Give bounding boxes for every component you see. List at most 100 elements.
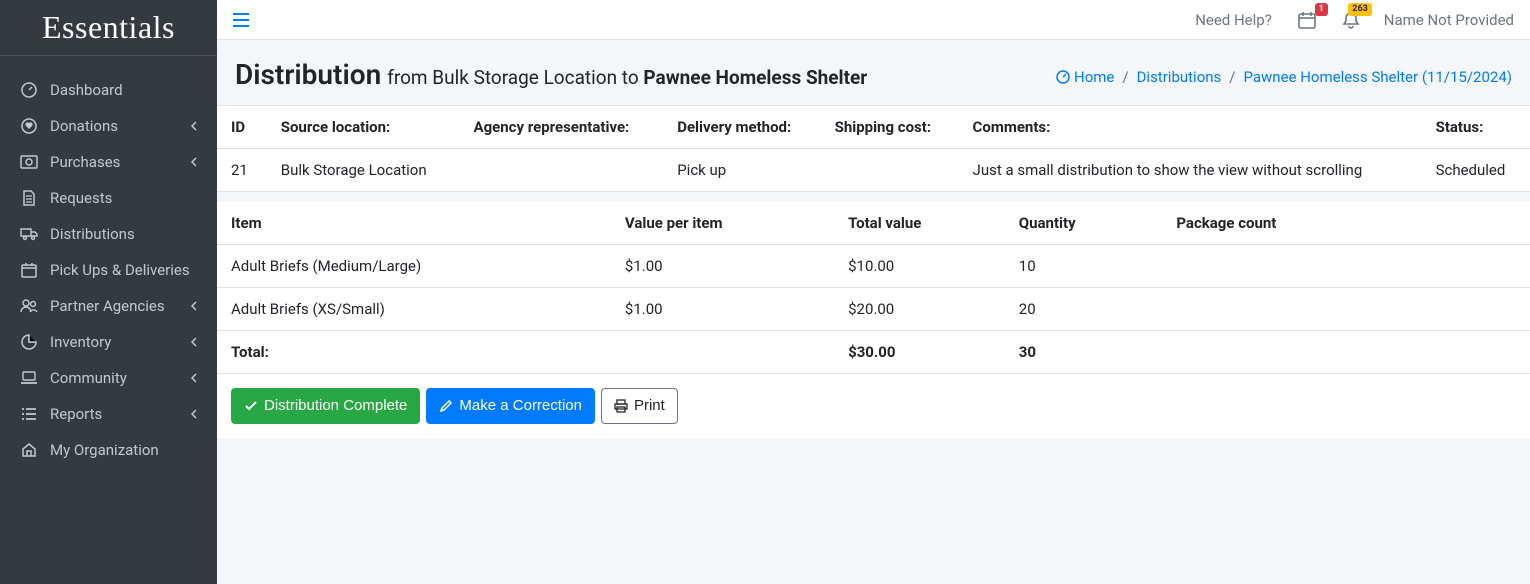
cell-item: Adult Briefs (Medium/Large) xyxy=(217,245,611,288)
cell-id: 21 xyxy=(217,149,267,192)
sidebar-item-dashboard[interactable]: Dashboard xyxy=(8,72,209,108)
page-subtitle: from Bulk Storage Location to Pawnee Hom… xyxy=(387,66,867,89)
info-table: ID Source location: Agency representativ… xyxy=(217,106,1530,192)
col-agency: Agency representative: xyxy=(459,106,663,149)
sidebar-item-label: Donations xyxy=(50,117,189,135)
sidebar-item-label: Inventory xyxy=(50,333,189,351)
cell-item: Adult Briefs (XS/Small) xyxy=(217,288,611,331)
distribution-complete-label: Distribution Complete xyxy=(264,397,407,415)
brand-text: Essentials xyxy=(42,9,175,46)
items-table: Item Value per item Total value Quantity… xyxy=(217,202,1530,373)
sidebar-item-partner-agencies[interactable]: Partner Agencies xyxy=(8,288,209,324)
sidebar-item-purchases[interactable]: Purchases xyxy=(8,144,209,180)
sidebar-item-distributions[interactable]: Distributions xyxy=(8,216,209,252)
cell-quantity: 10 xyxy=(1005,245,1163,288)
sidebar-item-label: Purchases xyxy=(50,153,189,171)
sidebar-item-requests[interactable]: Requests xyxy=(8,180,209,216)
cell-comments: Just a small distribution to show the vi… xyxy=(959,149,1422,192)
col-total-value: Total value xyxy=(834,202,1005,245)
dashboard-icon xyxy=(18,81,40,99)
total-quantity: 30 xyxy=(1005,331,1163,374)
page-title: Distribution xyxy=(235,58,381,91)
items-card: Item Value per item Total value Quantity… xyxy=(217,202,1530,438)
total-label: Total: xyxy=(217,331,611,374)
actions-bar: Distribution Complete Make a Correction … xyxy=(217,373,1530,438)
check-icon xyxy=(244,399,258,413)
cell-total_value: $10.00 xyxy=(834,245,1005,288)
user-menu[interactable]: Name Not Provided xyxy=(1384,11,1514,29)
sidebar-item-community[interactable]: Community xyxy=(8,360,209,396)
subtitle-strong: Pawnee Homeless Shelter xyxy=(643,66,867,89)
sidebar-item-inventory[interactable]: Inventory xyxy=(8,324,209,360)
sidebar-item-label: Partner Agencies xyxy=(50,297,189,315)
list-icon xyxy=(18,405,40,423)
info-card: ID Source location: Agency representativ… xyxy=(217,106,1530,192)
chevron-left-icon xyxy=(189,373,199,383)
calendar-icon xyxy=(1298,11,1316,29)
sidebar-item-label: Community xyxy=(50,369,189,387)
cell-quantity: 20 xyxy=(1005,288,1163,331)
calendar-button[interactable]: 1 xyxy=(1296,9,1318,31)
cell-vpi: $1.00 xyxy=(611,245,834,288)
main: Need Help? 1 263 Name Not Provided Distr… xyxy=(217,0,1530,584)
brand-logo[interactable]: Essentials xyxy=(0,0,217,56)
cell-vpi: $1.00 xyxy=(611,288,834,331)
sidebar-item-label: Requests xyxy=(50,189,199,207)
money-icon xyxy=(18,153,40,171)
heart-icon xyxy=(18,117,40,135)
calendar-icon xyxy=(18,261,40,279)
breadcrumb: Home / Distributions / Pawnee Homeless S… xyxy=(1056,68,1512,86)
sidebar-nav: Dashboard Donations Purchases Requests Distr… xyxy=(0,64,217,476)
col-status: Status: xyxy=(1422,106,1530,149)
chevron-left-icon xyxy=(189,337,199,347)
col-package: Package count xyxy=(1162,202,1530,245)
subtitle-prefix: from Bulk Storage Location to xyxy=(387,66,643,89)
sidebar-item-donations[interactable]: Donations xyxy=(8,108,209,144)
cell-source: Bulk Storage Location xyxy=(267,149,460,192)
chevron-left-icon xyxy=(189,409,199,419)
notifications-button[interactable]: 263 xyxy=(1340,9,1362,31)
need-help-link[interactable]: Need Help? xyxy=(1195,11,1272,29)
breadcrumb-leaf[interactable]: Pawnee Homeless Shelter (11/15/2024) xyxy=(1243,68,1512,86)
cell-package xyxy=(1162,245,1530,288)
chevron-left-icon xyxy=(189,157,199,167)
cell-agency xyxy=(459,149,663,192)
col-comments: Comments: xyxy=(959,106,1422,149)
content-header: Distribution from Bulk Storage Location … xyxy=(217,40,1530,106)
cell-package xyxy=(1162,288,1530,331)
chevron-left-icon xyxy=(189,121,199,131)
file-icon xyxy=(18,189,40,207)
table-row: Adult Briefs (XS/Small)$1.00$20.0020 xyxy=(217,288,1530,331)
col-delivery: Delivery method: xyxy=(663,106,820,149)
breadcrumb-sep: / xyxy=(1122,68,1128,86)
make-correction-button[interactable]: Make a Correction xyxy=(426,388,595,424)
breadcrumb-sep: / xyxy=(1229,68,1235,86)
col-id: ID xyxy=(217,106,267,149)
dashboard-icon xyxy=(1056,70,1070,84)
total-value: $30.00 xyxy=(834,331,1005,374)
sidebar-item-label: Distributions xyxy=(50,225,199,243)
sidebar-item-reports[interactable]: Reports xyxy=(8,396,209,432)
col-quantity: Quantity xyxy=(1005,202,1163,245)
users-icon xyxy=(18,297,40,315)
make-correction-label: Make a Correction xyxy=(459,397,582,415)
breadcrumb-distributions[interactable]: Distributions xyxy=(1137,68,1222,86)
hamburger-icon[interactable] xyxy=(233,10,253,30)
cell-delivery: Pick up xyxy=(663,149,820,192)
sidebar-item-label: My Organization xyxy=(50,441,199,459)
content-body: ID Source location: Agency representativ… xyxy=(217,106,1530,584)
notifications-badge: 263 xyxy=(1348,3,1372,16)
sidebar-item-my-organization[interactable]: My Organization xyxy=(8,432,209,468)
edit-icon xyxy=(439,399,453,413)
chevron-left-icon xyxy=(189,301,199,311)
laptop-icon xyxy=(18,369,40,387)
cell-shipping xyxy=(821,149,959,192)
print-button[interactable]: Print xyxy=(601,388,678,424)
breadcrumb-home[interactable]: Home xyxy=(1056,68,1114,86)
col-source: Source location: xyxy=(267,106,460,149)
sidebar-item-label: Pick Ups & Deliveries xyxy=(50,261,199,279)
col-shipping: Shipping cost: xyxy=(821,106,959,149)
col-vpi: Value per item xyxy=(611,202,834,245)
sidebar-item-pick-ups-deliveries[interactable]: Pick Ups & Deliveries xyxy=(8,252,209,288)
distribution-complete-button[interactable]: Distribution Complete xyxy=(231,388,420,424)
